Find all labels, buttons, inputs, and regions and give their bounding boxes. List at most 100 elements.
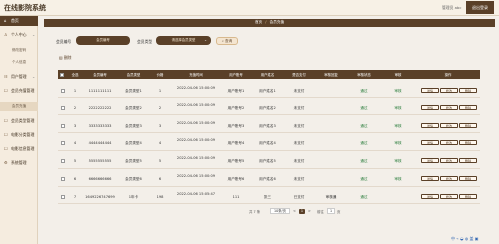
- user-account: 用户账号6: [227, 177, 245, 181]
- review-link[interactable]: 审核: [380, 89, 416, 94]
- user-name: 用户姓名4: [259, 141, 276, 145]
- member-number: 6666666666: [88, 177, 112, 181]
- review-link[interactable]: 审核: [380, 177, 416, 182]
- column-header-operation: 操作: [444, 73, 452, 77]
- member-number: 5555555555: [88, 159, 112, 163]
- delete-button[interactable]: 删除: [459, 176, 477, 181]
- breadcrumb-separator: /: [265, 20, 267, 24]
- sidebar-item-system[interactable]: ⚙ 系统管理: [0, 158, 38, 168]
- column-header-reply: 审核回复: [324, 73, 338, 77]
- detail-button[interactable]: 详情: [421, 158, 439, 163]
- edit-button[interactable]: 修改: [440, 176, 458, 181]
- review-link[interactable]: 审核: [380, 159, 416, 164]
- breadcrumb-home[interactable]: 首页: [255, 20, 262, 24]
- row-index: 6: [73, 177, 77, 181]
- column-header-time: 充值时间: [189, 73, 203, 77]
- row-divider: [58, 132, 480, 133]
- page-size-select[interactable]: 10条/页: [270, 208, 290, 214]
- breadcrumb-current: 会员充值: [269, 20, 285, 24]
- row-checkbox[interactable]: [61, 89, 65, 93]
- member-type-label: 会员类型: [137, 39, 153, 44]
- sidebar: ⌂ 首页 ♙ 个人中心 ⌄ 修改密码 个人信息 ☷ 用户管理 ⌄ ☐ 会员充值管…: [0, 16, 38, 244]
- admin-label: 管理员 abc: [442, 5, 462, 10]
- row-checkbox[interactable]: [61, 177, 65, 181]
- recharge-time: 2022-04-06 15:00:09: [176, 103, 216, 107]
- user-name: 用户姓名5: [259, 159, 276, 163]
- submenu-personal-info[interactable]: 个人信息: [0, 58, 38, 67]
- row-index: 2: [73, 106, 77, 110]
- sidebar-item-users[interactable]: ☷ 用户管理 ⌄: [0, 72, 38, 82]
- chevron-down-icon: ⌄: [32, 74, 36, 79]
- goto-page-input[interactable]: 1: [327, 208, 335, 214]
- delete-button[interactable]: 删除: [459, 88, 477, 93]
- user-account: 用户账号1: [227, 89, 245, 93]
- delete-button[interactable]: 删除: [459, 105, 477, 110]
- member-type: 会员类型2: [125, 106, 142, 110]
- row-checkbox[interactable]: [61, 159, 65, 163]
- delete-button[interactable]: 删除: [459, 140, 477, 145]
- edit-button[interactable]: 修改: [440, 194, 458, 199]
- chevron-down-icon: ⌄: [32, 32, 36, 37]
- sidebar-item-label: 电影分类管理: [11, 132, 35, 137]
- delete-button[interactable]: 删除: [459, 194, 477, 199]
- review-link[interactable]: 审核: [380, 106, 416, 111]
- column-header-paid: 是否支付: [292, 73, 306, 77]
- detail-button[interactable]: 详情: [421, 123, 439, 128]
- paid-status: 未支付: [293, 141, 305, 145]
- detail-button[interactable]: 详情: [421, 88, 439, 93]
- paid-status: 未支付: [293, 89, 305, 93]
- watermark: 中 ⌁ ◒ ◍ 盖 ▣: [451, 236, 479, 241]
- sidebar-item-home[interactable]: ⌂ 首页: [0, 16, 38, 26]
- trash-icon: ▥: [59, 55, 63, 60]
- page-number[interactable]: 1: [299, 209, 305, 214]
- paid-status: 未支付: [293, 106, 305, 110]
- sidebar-item-profile[interactable]: ♙ 个人中心 ⌄: [0, 30, 38, 40]
- breadcrumb: 首页 / 会员充值: [44, 20, 495, 25]
- delete-selected-button[interactable]: ▥ 删除: [59, 55, 71, 61]
- price: 4: [158, 141, 162, 145]
- sidebar-item-member-type[interactable]: ☐ 会员类型管理: [0, 116, 38, 126]
- review-reply: 审核通: [325, 195, 337, 199]
- row-checkbox[interactable]: [61, 124, 65, 128]
- query-button[interactable]: ⌕ 查询: [216, 37, 238, 45]
- sidebar-item-movie-info[interactable]: ☐ 电影信息管理: [0, 144, 38, 154]
- row-checkbox[interactable]: [61, 195, 65, 199]
- member-number: 1111111111: [88, 89, 112, 93]
- prev-page-button[interactable]: <: [293, 209, 296, 213]
- detail-button[interactable]: 详情: [421, 105, 439, 110]
- delete-button[interactable]: 删除: [459, 158, 477, 163]
- column-header-index[interactable]: 全选: [67, 72, 83, 77]
- column-header-name: 用户姓名: [260, 73, 275, 77]
- user-account: 用户账号3: [227, 124, 245, 128]
- member-type-select[interactable]: 请选择会员类型 ⌄: [156, 36, 211, 45]
- price: 6: [158, 177, 162, 181]
- review-link[interactable]: 审核: [380, 141, 416, 146]
- user-name: 用户姓名2: [259, 106, 276, 110]
- edit-button[interactable]: 修改: [440, 88, 458, 93]
- detail-button[interactable]: 详情: [421, 140, 439, 145]
- sidebar-item-movie-category[interactable]: ☐ 电影分类管理: [0, 130, 38, 140]
- delete-button[interactable]: 删除: [459, 123, 477, 128]
- sidebar-item-label: 系统管理: [11, 160, 27, 165]
- logout-button[interactable]: 退出登录: [466, 1, 494, 14]
- review-status: 通过: [360, 124, 368, 128]
- detail-button[interactable]: 详情: [421, 176, 439, 181]
- sidebar-item-member-recharge[interactable]: ☐ 会员充值管理: [0, 86, 38, 96]
- member-number-input[interactable]: 会员编号: [76, 36, 130, 45]
- edit-button[interactable]: 修改: [440, 140, 458, 145]
- user-icon: ♙: [4, 32, 8, 37]
- row-checkbox[interactable]: [61, 141, 65, 145]
- submenu-member-recharge[interactable]: 会员充值: [0, 102, 38, 111]
- app-title: 在线影院系统: [4, 4, 46, 12]
- edit-button[interactable]: 修改: [440, 158, 458, 163]
- next-page-button[interactable]: >: [308, 209, 311, 213]
- row-checkbox[interactable]: [61, 106, 65, 110]
- edit-button[interactable]: 修改: [440, 105, 458, 110]
- submenu-change-password[interactable]: 修改密码: [0, 46, 38, 55]
- detail-button[interactable]: 详情: [421, 194, 439, 199]
- price: 5: [158, 159, 162, 163]
- review-link[interactable]: 审核: [380, 124, 416, 129]
- row-divider: [58, 168, 480, 169]
- edit-button[interactable]: 修改: [440, 123, 458, 128]
- review-status: 通过: [360, 106, 368, 110]
